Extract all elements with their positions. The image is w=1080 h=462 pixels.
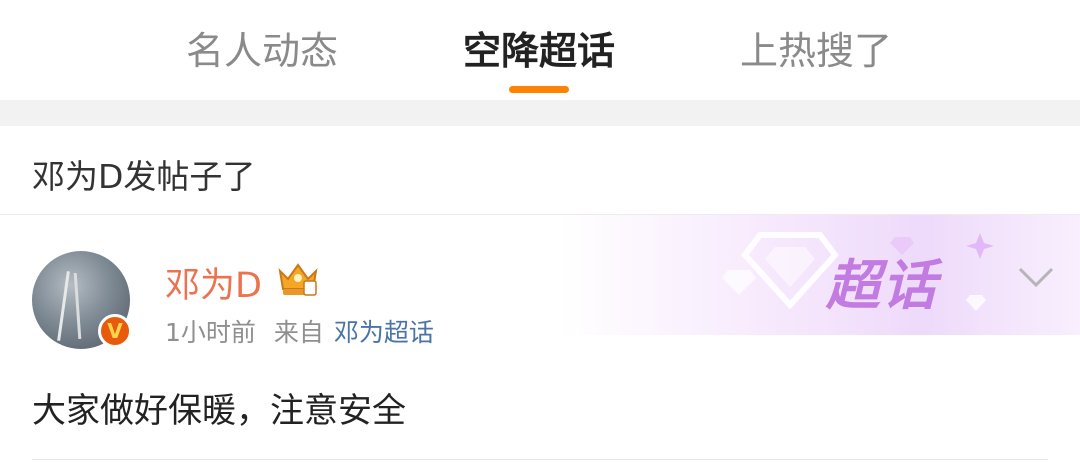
post-source-link[interactable]: 邓为超话 bbox=[334, 318, 434, 347]
tab-trending[interactable]: 上热搜了 bbox=[740, 26, 892, 76]
post-meta: 1小时前 来自 邓为超话 bbox=[165, 313, 434, 349]
post-from-label: 来自 bbox=[273, 318, 324, 347]
section-title: 邓为D发帖子了 bbox=[32, 157, 256, 196]
section-gap bbox=[0, 100, 1080, 126]
crown-badge-icon bbox=[278, 263, 318, 296]
post-card[interactable]: 超话 V 邓为D 1小时前 来自 邓为超话 大家做好保暖，注意安全 bbox=[0, 215, 1080, 462]
card-divider bbox=[32, 459, 1048, 460]
tab-supertopic-drop[interactable]: 空降超话 bbox=[463, 26, 615, 76]
tab-celebrity-updates[interactable]: 名人动态 bbox=[186, 26, 338, 76]
supertopic-tag-label: 超话 bbox=[826, 254, 938, 317]
verified-badge-icon: V bbox=[98, 314, 132, 348]
post-time: 1小时前 bbox=[165, 318, 256, 347]
active-tab-indicator bbox=[509, 86, 569, 93]
section-header: 邓为D发帖子了 bbox=[0, 126, 1080, 215]
top-tab-bar: 名人动态 空降超话 上热搜了 bbox=[0, 0, 1080, 100]
post-username[interactable]: 邓为D bbox=[165, 257, 262, 308]
chevron-down-icon[interactable] bbox=[1016, 265, 1056, 289]
post-content: 大家做好保暖，注意安全 bbox=[32, 391, 406, 431]
